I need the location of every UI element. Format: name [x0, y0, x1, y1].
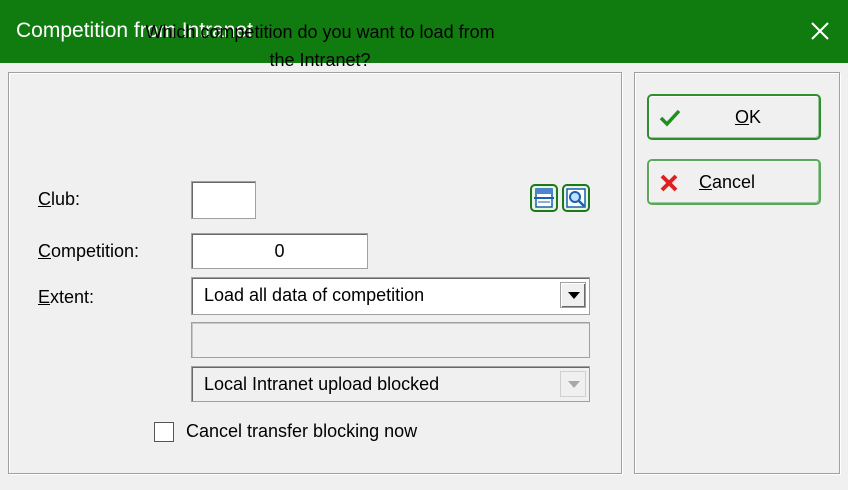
- ok-mnemonic: O: [735, 107, 750, 127]
- search-icon: [566, 188, 586, 208]
- close-button[interactable]: [792, 0, 848, 63]
- list-icon: [534, 188, 554, 208]
- cancel-label-text: ancel: [712, 172, 756, 192]
- cancel-mnemonic: C: [699, 172, 712, 192]
- list-button[interactable]: [530, 184, 558, 212]
- extent-dropdown-button[interactable]: [560, 282, 586, 308]
- extent-dropdown[interactable]: Load all data of competition: [191, 277, 590, 315]
- question-text: Which competition do you want to load fr…: [0, 18, 640, 74]
- cancel-blocking-checkbox[interactable]: [154, 422, 174, 442]
- extent-label-mnemonic: E: [38, 287, 51, 307]
- dialog-window: Competition from Intranet Which competit…: [0, 0, 848, 490]
- competition-label-text: ompetition:: [51, 241, 140, 261]
- upload-status-value: Local Intranet upload blocked: [204, 374, 440, 394]
- upload-status-dropdown-button: [560, 371, 586, 397]
- disabled-text-field: [191, 322, 590, 358]
- extent-label: Extent:: [38, 287, 94, 308]
- cancel-blocking-label[interactable]: Cancel transfer blocking now: [186, 421, 417, 442]
- checkmark-icon: [659, 109, 681, 127]
- ok-button[interactable]: OK: [647, 94, 821, 140]
- competition-label: Competition:: [38, 241, 139, 262]
- close-icon: [811, 22, 829, 40]
- club-input[interactable]: [191, 181, 256, 219]
- cancel-button-label: Cancel: [699, 172, 755, 193]
- club-label: Club:: [38, 189, 80, 210]
- cancel-button[interactable]: Cancel: [647, 159, 821, 205]
- question-line-2: the Intranet?: [269, 50, 371, 70]
- extent-selected-value: Load all data of competition: [204, 285, 425, 305]
- competition-input[interactable]: 0: [191, 233, 368, 269]
- chevron-down-icon: [568, 292, 580, 299]
- competition-label-mnemonic: C: [38, 241, 51, 261]
- search-button[interactable]: [562, 184, 590, 212]
- extent-label-text: xtent:: [50, 287, 95, 307]
- ok-label-text: K: [749, 107, 762, 127]
- upload-status-dropdown: Local Intranet upload blocked: [191, 366, 590, 402]
- x-icon: [660, 174, 678, 192]
- chevron-down-icon: [568, 381, 580, 388]
- question-line-1: Which competition do you want to load fr…: [145, 22, 495, 42]
- club-label-mnemonic: C: [38, 189, 51, 209]
- form-panel: [8, 72, 622, 474]
- ok-button-label: OK: [735, 107, 761, 128]
- club-label-text: lub:: [51, 189, 81, 209]
